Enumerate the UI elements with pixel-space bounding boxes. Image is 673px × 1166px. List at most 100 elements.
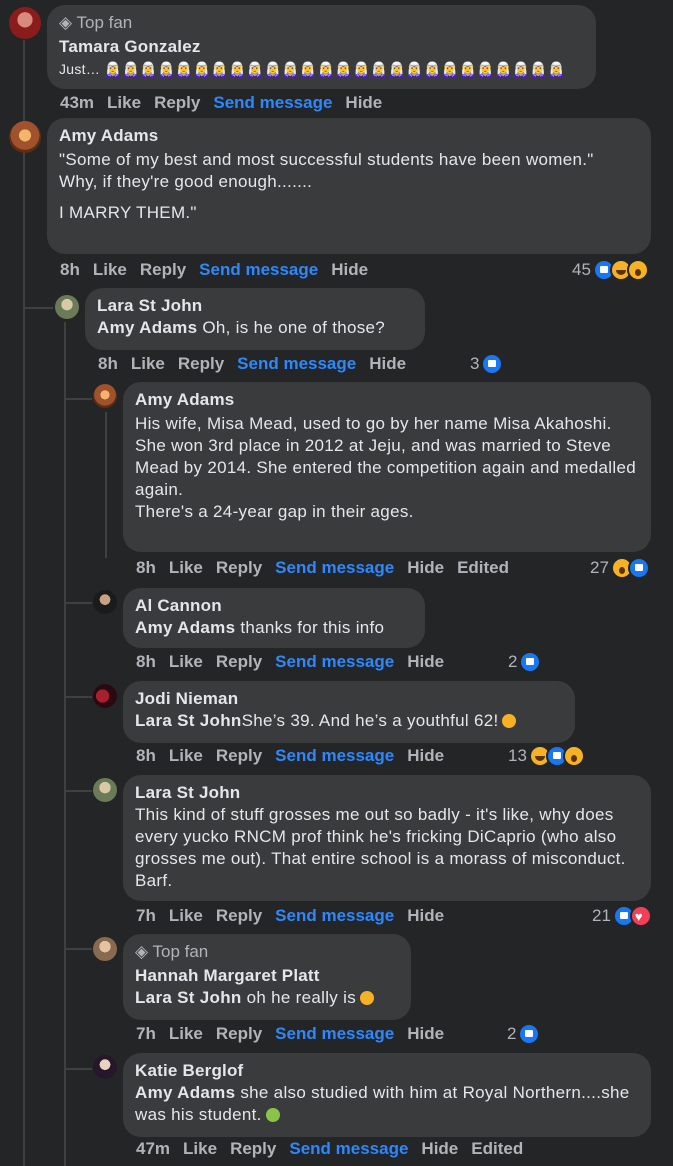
like-button[interactable]: Like (169, 906, 203, 925)
comment-time[interactable]: 7h (136, 906, 156, 925)
comment-author[interactable]: Hannah Margaret Platt (135, 965, 399, 987)
comment-author[interactable]: Lara St John (135, 782, 639, 804)
hide-button[interactable]: Hide (369, 354, 406, 373)
comment-actions: 8h Like Reply Send message Hide (60, 259, 381, 281)
avatar[interactable] (93, 590, 117, 614)
comment-text: Lara St John oh he really is (135, 987, 399, 1009)
comment-author[interactable]: Tamara Gonzalez (59, 36, 584, 58)
like-button[interactable]: Like (169, 652, 203, 671)
reaction-summary[interactable]: 21 (592, 905, 652, 928)
avatar[interactable] (93, 684, 117, 708)
avatar[interactable] (9, 7, 41, 39)
comment-text: This kind of stuff grosses me out so bad… (135, 805, 626, 890)
avatar[interactable] (93, 384, 117, 408)
like-button[interactable]: Like (131, 354, 165, 373)
hide-button[interactable]: Hide (407, 906, 444, 925)
send-message-button[interactable]: Send message (275, 652, 394, 671)
avatar[interactable] (93, 937, 117, 961)
comment-time[interactable]: 8h (136, 746, 156, 765)
diamond-icon: ◈ (59, 13, 77, 32)
hide-button[interactable]: Hide (331, 260, 368, 279)
thread-line-nested (64, 322, 66, 1166)
avatar[interactable] (55, 295, 79, 319)
comment-author[interactable]: Amy Adams (135, 389, 639, 411)
comment-author[interactable]: Katie Berglof (135, 1060, 639, 1082)
comment-author[interactable]: Lara St John (97, 295, 413, 317)
reaction-summary[interactable]: 45 (572, 259, 649, 281)
comment-text: Lara St JohnShe’s 39. And he’s a youthfu… (135, 710, 563, 732)
send-message-button[interactable]: Send message (237, 354, 356, 373)
comment-author[interactable]: Jodi Nieman (135, 688, 563, 710)
like-button[interactable]: Like (183, 1139, 217, 1158)
send-message-button[interactable]: Send message (289, 1139, 408, 1158)
send-message-button[interactable]: Send message (275, 1024, 394, 1043)
reaction-count: 45 (572, 260, 591, 279)
reply-button[interactable]: Reply (216, 1024, 262, 1043)
reaction-summary[interactable]: 27 (590, 557, 650, 579)
nauseated-face-emoji-icon (265, 1108, 280, 1122)
hide-button[interactable]: Hide (407, 1024, 444, 1043)
comment-actions: 8h Like Reply Send message Hide (136, 651, 457, 673)
comment-actions: 8h Like Reply Send message Hide (136, 745, 457, 767)
reply-button[interactable]: Reply (230, 1139, 276, 1158)
mention-link[interactable]: Lara St John (135, 988, 242, 1007)
reaction-summary[interactable]: 2 (508, 651, 542, 673)
comment-bubble: ◈ Top fan Hannah Margaret Platt Lara St … (123, 934, 411, 1020)
reply-button[interactable]: Reply (216, 906, 262, 925)
comment-actions: 8h Like Reply Send message Hide Edited (136, 557, 522, 579)
reaction-summary[interactable]: 2 (507, 1023, 541, 1045)
like-button[interactable]: Like (107, 93, 141, 112)
reply-button[interactable]: Reply (216, 652, 262, 671)
reply-button[interactable]: Reply (140, 260, 186, 279)
send-message-button[interactable]: Send message (275, 906, 394, 925)
comment-time[interactable]: 7h (136, 1024, 156, 1043)
like-button[interactable]: Like (93, 260, 127, 279)
avatar[interactable] (9, 121, 41, 153)
hide-button[interactable]: Hide (421, 1139, 458, 1158)
send-message-button[interactable]: Send message (275, 558, 394, 577)
send-message-button[interactable]: Send message (213, 93, 332, 112)
comment-text: Amy Adams she also studied with him at R… (135, 1082, 639, 1126)
edited-label[interactable]: Edited (471, 1139, 523, 1158)
mention-link[interactable]: Amy Adams (97, 318, 197, 337)
like-button[interactable]: Like (169, 1024, 203, 1043)
hide-button[interactable]: Hide (345, 93, 382, 112)
send-message-button[interactable]: Send message (275, 746, 394, 765)
comment-text-body: Oh, is he one of those? (197, 318, 386, 337)
hide-button[interactable]: Hide (407, 652, 444, 671)
comment-time[interactable]: 8h (60, 260, 80, 279)
like-button[interactable]: Like (169, 746, 203, 765)
send-message-button[interactable]: Send message (199, 260, 318, 279)
comment-actions: 43m Like Reply Send message Hide (60, 92, 395, 114)
avatar[interactable] (93, 778, 117, 802)
reaction-summary[interactable]: 3 (470, 353, 504, 375)
reply-button[interactable]: Reply (216, 746, 262, 765)
like-button[interactable]: Like (169, 558, 203, 577)
laughing-emoji-icon (502, 714, 517, 728)
comment-time[interactable]: 8h (136, 652, 156, 671)
comment-text: "Some of my best and most successful stu… (59, 150, 594, 169)
mention-link[interactable]: Amy Adams (135, 618, 235, 637)
mention-link[interactable]: Lara St John (135, 711, 242, 730)
thread-connector (64, 398, 92, 400)
comment-author[interactable]: Al Cannon (135, 595, 413, 617)
comment-time[interactable]: 8h (136, 558, 156, 577)
comment-time[interactable]: 43m (60, 93, 94, 112)
edited-label[interactable]: Edited (457, 558, 509, 577)
comment-text-body: She’s 39. And he’s a youthful 62! (241, 711, 499, 730)
hide-button[interactable]: Hide (407, 746, 444, 765)
reply-button[interactable]: Reply (178, 354, 224, 373)
comment-author[interactable]: Amy Adams (59, 125, 639, 147)
hide-button[interactable]: Hide (407, 558, 444, 577)
comment-text: I MARRY THEM." (59, 203, 197, 222)
reply-button[interactable]: Reply (154, 93, 200, 112)
avatar[interactable] (93, 1055, 117, 1079)
reply-button[interactable]: Reply (216, 558, 262, 577)
mention-link[interactable]: Amy Adams (135, 1083, 235, 1102)
comment-time[interactable]: 47m (136, 1139, 170, 1158)
badge-label: Top fan (76, 13, 133, 32)
wow-reaction-icon (562, 745, 585, 767)
reaction-count: 27 (590, 558, 609, 577)
comment-time[interactable]: 8h (98, 354, 118, 373)
reaction-summary[interactable]: 13 (508, 745, 585, 767)
